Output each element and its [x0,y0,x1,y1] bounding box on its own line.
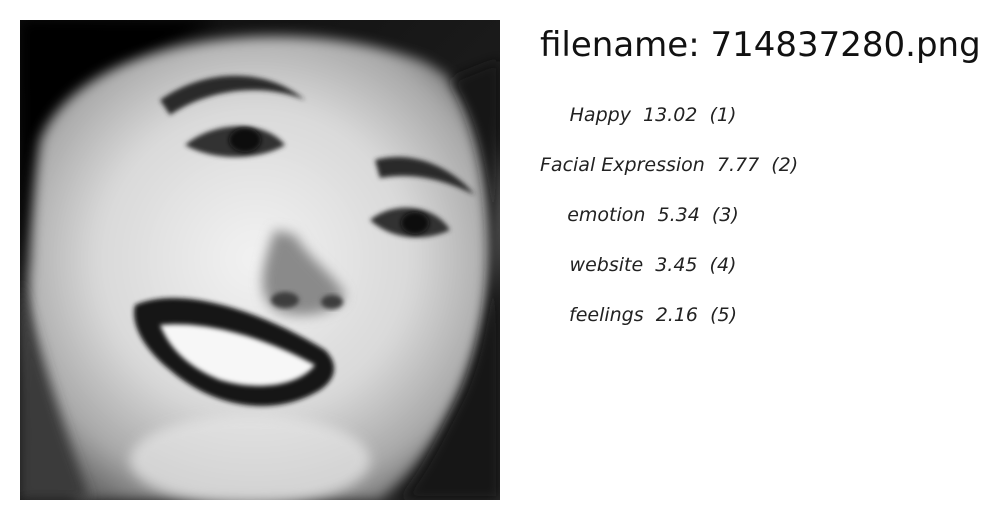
tag-score: 2.16 [655,304,699,326]
tag-list: Happy 13.02 (1) Facial Expression 7.77 (… [540,100,798,350]
tag-label: website [569,254,644,276]
tag-rank: (5) [710,304,737,326]
tag-rank: (4) [709,254,737,276]
tag-row: website 3.45 (4) [540,250,766,300]
tag-rank: (3) [711,204,739,226]
face-photo [20,20,500,500]
filename-heading: filename: 714837280.png [540,22,981,68]
tag-score: 5.34 [657,204,700,226]
tag-row: feelings 2.16 (5) [540,300,766,350]
face-photo-drawing [20,20,500,500]
tag-rank: (1) [709,104,737,126]
tag-rank: (2) [771,154,799,176]
tag-row: Facial Expression 7.77 (2) [540,150,798,200]
tag-score: 13.02 [642,104,698,126]
tag-label: feelings [569,304,644,326]
tag-label: Facial Expression [540,154,705,176]
filename-value: 714837280.png [710,25,981,65]
tag-row: emotion 5.34 (3) [540,200,766,250]
tag-score: 7.77 [716,154,760,176]
tag-score: 3.45 [655,254,698,276]
filename-label: filename: [540,25,700,65]
tag-label: Happy [569,104,631,126]
tag-label: emotion [567,204,646,226]
tag-row: Happy 13.02 (1) [540,100,766,150]
